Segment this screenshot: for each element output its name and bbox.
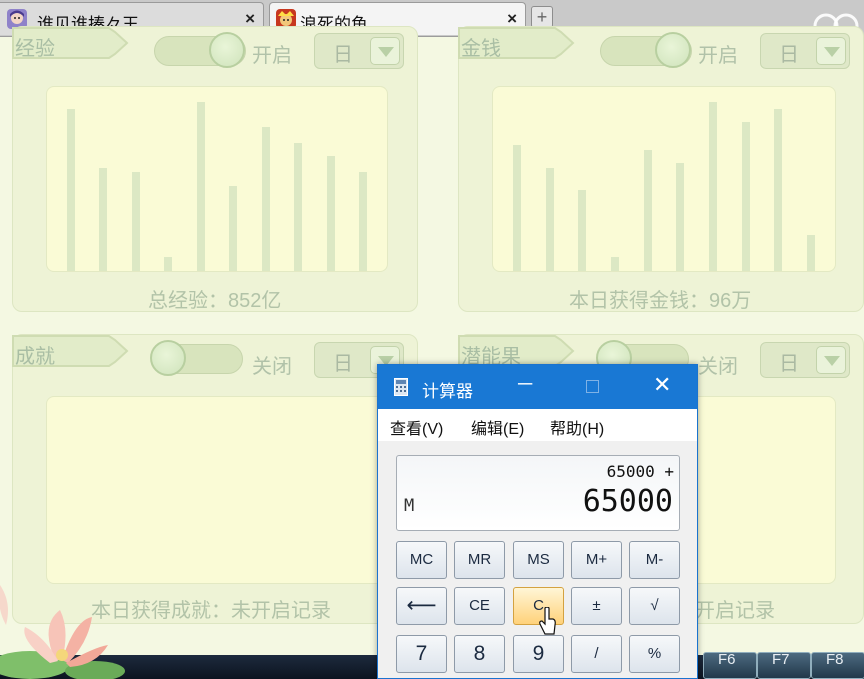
toggle-label: 关闭 [698, 356, 738, 378]
mc-button[interactable]: MC [396, 541, 447, 579]
chart-bar [132, 172, 140, 271]
record-toggle[interactable] [154, 32, 246, 68]
chart-bar [294, 143, 302, 271]
dropdown-button[interactable] [816, 37, 846, 65]
period-value: 日 [333, 44, 353, 66]
record-toggle[interactable] [600, 32, 692, 68]
chart-bar [229, 186, 237, 271]
memory-indicator: M [404, 496, 415, 516]
achievement-chart [46, 396, 388, 584]
menu-view[interactable]: 查看(V) [390, 415, 443, 439]
period-value: 日 [779, 44, 799, 66]
panel-title: 金钱 [461, 38, 501, 60]
minimize-button[interactable]: ─ [518, 373, 532, 396]
chart-bar [578, 190, 586, 271]
panel-title-tag: 成就 [11, 334, 139, 368]
period-value: 日 [779, 353, 799, 375]
digit-7-button[interactable]: 7 [396, 635, 447, 673]
chart-bar [99, 168, 107, 271]
digit-9-button[interactable]: 9 [513, 635, 564, 673]
window-title: 计算器 [422, 382, 473, 401]
chevron-down-icon [824, 356, 840, 366]
record-toggle[interactable] [150, 340, 243, 376]
chart-bar [644, 150, 652, 271]
dropdown-button[interactable] [370, 37, 400, 65]
panel-title-tag: 潜能果 [457, 334, 585, 368]
achievement-panel: 成就 关闭 日 本日获得成就：未开启记录 [12, 334, 418, 624]
ms-button[interactable]: MS [513, 541, 564, 579]
panel-caption: 总经验：852亿 [148, 290, 282, 312]
panel-title: 经验 [15, 38, 55, 60]
hotkey-f7[interactable]: F7 [757, 651, 811, 679]
menu-help[interactable]: 帮助(H) [550, 415, 604, 439]
period-dropdown[interactable]: 日 [314, 33, 404, 69]
chart-bar [546, 168, 554, 271]
toggle-label: 关闭 [252, 356, 292, 378]
calculator-display: 65000 + M 65000 [396, 455, 680, 531]
toggle-knob [209, 32, 245, 68]
toggle-knob [150, 340, 186, 376]
chart-bar [359, 172, 367, 271]
period-dropdown[interactable]: 日 [760, 33, 850, 69]
chart-bar [164, 257, 172, 271]
hotkey-label: F6 [718, 651, 736, 668]
hotkey-label: F8 [826, 651, 844, 668]
experience-panel: 经验 开启 日 总经验：852亿 [12, 26, 418, 312]
hotkey-f8[interactable]: F8 [811, 651, 864, 679]
chart-bar [67, 109, 75, 271]
mr-button[interactable]: MR [454, 541, 505, 579]
chart-bar [807, 235, 815, 271]
hotkey-f6[interactable]: F6 [703, 651, 757, 679]
chart-bar [774, 109, 782, 271]
lotus-flower-decoration-icon [0, 585, 125, 679]
digit-8-button[interactable]: 8 [454, 635, 505, 673]
expression-text: 65000 + [606, 462, 674, 481]
panel-title-tag: 金钱 [457, 26, 585, 60]
divide-button[interactable]: / [571, 635, 622, 673]
chart-bar [611, 257, 619, 271]
backspace-button[interactable]: ⟵ [396, 587, 447, 625]
chart-bar [262, 127, 270, 271]
new-tab-button[interactable]: + [531, 6, 553, 28]
chevron-down-icon [824, 47, 840, 57]
hotkey-label: F7 [772, 651, 790, 668]
chart-bar [709, 102, 717, 271]
chart-bar [742, 122, 750, 271]
dropdown-button[interactable] [816, 346, 846, 374]
toggle-knob [655, 32, 691, 68]
mouse-cursor-icon [539, 607, 556, 635]
toggle-label: 开启 [252, 45, 292, 67]
panel-title-tag: 经验 [11, 26, 139, 60]
m-plus-button[interactable]: M+ [571, 541, 622, 579]
plus-minus-button[interactable]: ± [571, 587, 622, 625]
chart-bar [676, 163, 684, 271]
chart-bar [197, 102, 205, 271]
toggle-label: 开启 [698, 45, 738, 67]
menu-edit[interactable]: 编辑(E) [471, 415, 524, 439]
panel-title: 成就 [15, 346, 55, 368]
m-minus-button[interactable]: M- [629, 541, 680, 579]
period-value: 日 [333, 353, 353, 375]
close-button[interactable]: ✕ [653, 372, 671, 398]
calculator-window: 计算器 ─ ✕ 查看(V) 编辑(E) 帮助(H) 65000 + M 6500… [377, 364, 698, 679]
percent-button[interactable]: % [629, 635, 680, 673]
maximize-button[interactable] [586, 380, 599, 393]
menu-bar: 查看(V) 编辑(E) 帮助(H) [378, 409, 697, 441]
sqrt-button[interactable]: √ [629, 587, 680, 625]
display-value: 65000 [582, 484, 673, 519]
chart-bar [327, 156, 335, 271]
chart-bar [513, 145, 521, 271]
chevron-down-icon [378, 47, 394, 57]
period-dropdown[interactable]: 日 [760, 342, 850, 378]
calculator-title-bar[interactable]: 计算器 ─ ✕ [378, 365, 697, 409]
ce-button[interactable]: CE [454, 587, 505, 625]
money-panel: 金钱 开启 日 本日获得金钱：96万 [458, 26, 864, 312]
calculator-app-icon [394, 378, 408, 396]
experience-bar-chart [46, 86, 388, 272]
panel-caption: 本日获得金钱：96万 [569, 290, 752, 312]
money-bar-chart [492, 86, 836, 272]
